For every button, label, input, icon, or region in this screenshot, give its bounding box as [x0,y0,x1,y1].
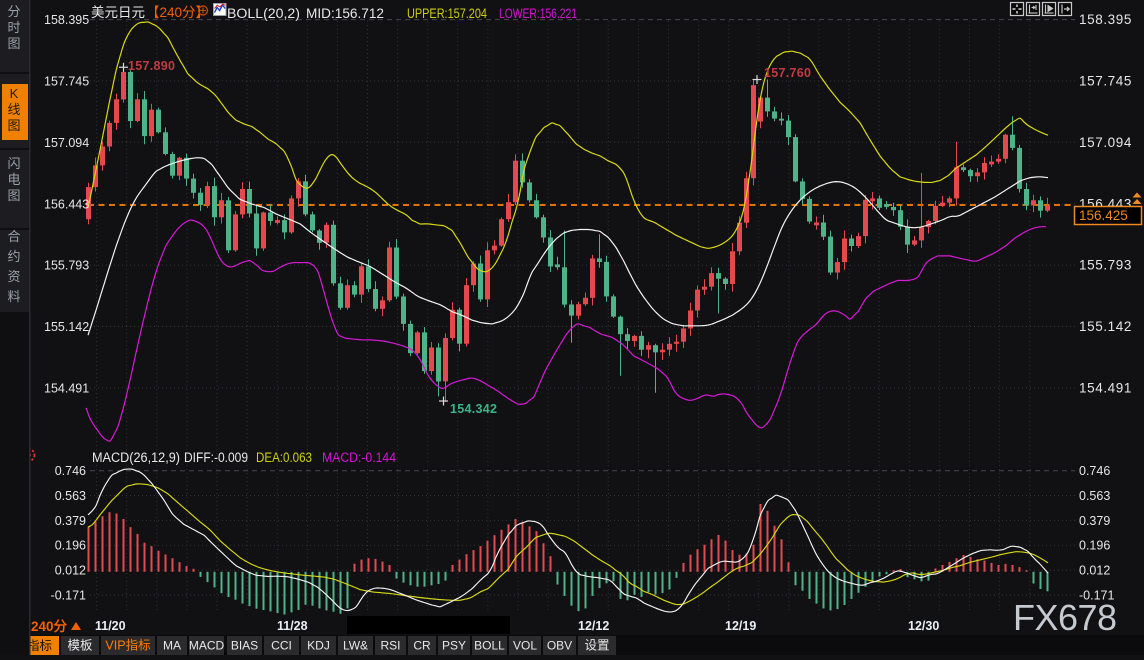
svg-text:158.395: 158.395 [1079,12,1132,27]
svg-text:155.793: 155.793 [1079,258,1132,273]
svg-text:0.196: 0.196 [55,539,86,553]
svg-text:157.745: 157.745 [1079,73,1132,88]
svg-text:0.012: 0.012 [55,564,86,578]
svg-text:VIP指标: VIP指标 [105,638,150,653]
svg-text:154.491: 154.491 [1079,380,1132,395]
svg-text:-0.171: -0.171 [51,589,86,603]
svg-text:PSY: PSY [442,639,466,653]
svg-text:157.890: 157.890 [128,59,175,73]
svg-text:RSI: RSI [380,639,400,653]
svg-text:UPPER:157.204: UPPER:157.204 [407,6,487,21]
svg-text:VOL: VOL [513,639,537,653]
svg-text:MA: MA [163,639,181,653]
svg-text:美元日元: 美元日元 [91,5,145,20]
svg-text:CCI: CCI [271,639,292,653]
svg-text:157.094: 157.094 [1079,135,1132,150]
svg-text:图: 图 [7,188,20,203]
svg-text:BOLL(20,2): BOLL(20,2) [227,6,300,21]
svg-text:K: K [10,86,19,101]
svg-text:12/19: 12/19 [725,619,756,633]
svg-text:0.746: 0.746 [55,464,86,478]
svg-text:11/28: 11/28 [277,619,308,633]
svg-text:156.425: 156.425 [1079,208,1128,223]
svg-text:DEA:0.063: DEA:0.063 [256,450,312,465]
svg-text:BIAS: BIAS [231,639,258,653]
svg-text:线: 线 [7,102,20,117]
svg-text:约: 约 [7,249,20,264]
svg-text:BOLL: BOLL [474,639,505,653]
svg-text:157.760: 157.760 [764,66,811,80]
svg-text:电: 电 [7,172,20,187]
svg-text:LW&: LW& [343,639,368,653]
svg-text:MID:156.712: MID:156.712 [306,6,384,21]
svg-text:OBV: OBV [547,639,572,653]
svg-text:FX678: FX678 [1013,597,1117,638]
svg-text:155.142: 155.142 [1079,319,1132,334]
svg-text:158.395: 158.395 [44,13,89,27]
svg-text:12/30: 12/30 [908,619,939,633]
svg-text:155.793: 155.793 [44,259,89,273]
svg-text:0.563: 0.563 [1079,489,1110,503]
svg-text:MACD:-0.144: MACD:-0.144 [322,450,396,465]
svg-text:0.379: 0.379 [1079,514,1110,528]
svg-text:合: 合 [7,229,20,244]
svg-text:0.746: 0.746 [1079,464,1110,478]
svg-text:分: 分 [7,4,20,19]
svg-text:设置: 设置 [584,638,609,653]
svg-text:0.196: 0.196 [1079,539,1110,553]
svg-text:11/20: 11/20 [95,619,126,633]
svg-text:156.443: 156.443 [44,197,89,211]
svg-text:154.491: 154.491 [44,381,89,395]
svg-text:0.379: 0.379 [55,514,86,528]
svg-text:资: 资 [7,269,20,284]
svg-text:154.342: 154.342 [450,402,497,416]
svg-text:0.012: 0.012 [1079,564,1110,578]
svg-text:0.563: 0.563 [55,489,86,503]
svg-text:DIFF:-0.009: DIFF:-0.009 [184,450,248,465]
svg-text:时: 时 [7,20,20,35]
svg-text:CR: CR [413,639,431,653]
svg-text:12/12: 12/12 [578,619,609,633]
svg-text:240分: 240分 [31,619,68,634]
svg-text:MACD(26,12,9): MACD(26,12,9) [92,450,180,465]
svg-text:MACD: MACD [189,639,225,653]
svg-text:图: 图 [7,36,20,51]
svg-text:157.094: 157.094 [44,136,89,150]
svg-text:KDJ: KDJ [307,639,330,653]
svg-text:图: 图 [7,118,20,133]
svg-text:指标: 指标 [27,638,52,653]
svg-text:157.745: 157.745 [44,74,89,88]
svg-text:LOWER:156.221: LOWER:156.221 [499,6,577,21]
svg-text:闪: 闪 [7,156,20,171]
svg-text:模板: 模板 [67,639,93,653]
svg-text:155.142: 155.142 [44,320,89,334]
svg-text:料: 料 [7,289,20,304]
